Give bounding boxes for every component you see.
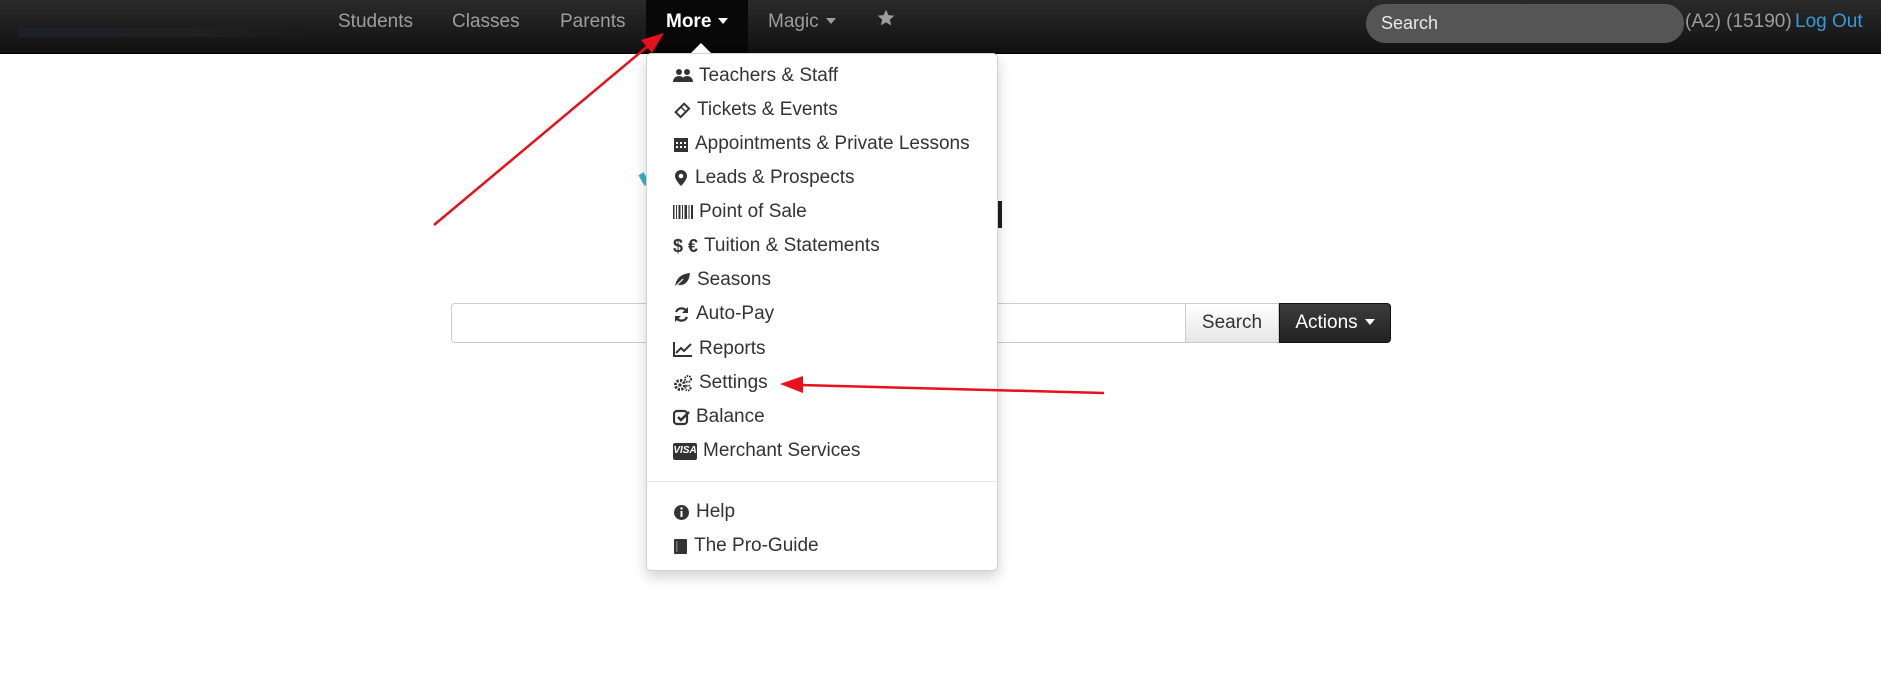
- menu-item-pro-guide[interactable]: The Pro-Guide: [673, 531, 819, 561]
- menu-item-merchant-services[interactable]: VISA Merchant Services: [673, 436, 860, 466]
- logout-link[interactable]: Log Out: [1795, 0, 1863, 43]
- chevron-down-icon: [825, 17, 836, 24]
- menu-item-leads-prospects[interactable]: Leads & Prospects: [673, 163, 854, 193]
- menu-item-label: Balance: [696, 406, 765, 427]
- menu-item-tickets-events[interactable]: Tickets & Events: [673, 95, 838, 125]
- chevron-down-icon: [1364, 318, 1375, 325]
- menu-item-reports[interactable]: Reports: [673, 334, 766, 364]
- menu-item-label: Settings: [699, 372, 768, 393]
- star-icon[interactable]: [876, 8, 898, 32]
- menu-item-label: Tickets & Events: [697, 99, 838, 120]
- actions-dropdown-button[interactable]: Actions: [1279, 303, 1391, 343]
- brand-logo[interactable]: [18, 27, 308, 37]
- line-chart-icon: [673, 341, 693, 357]
- nav-students[interactable]: Students: [338, 0, 413, 54]
- account-id-text: (A2) (15190): [1685, 11, 1792, 32]
- menu-item-label: The Pro-Guide: [694, 535, 819, 556]
- menu-item-label: Auto-Pay: [696, 303, 775, 324]
- ticket-icon: [673, 101, 691, 119]
- visa-card-icon: VISA: [673, 442, 697, 460]
- nav-classes[interactable]: Classes: [452, 0, 520, 54]
- users-icon: [673, 68, 693, 84]
- nav-parents[interactable]: Parents: [560, 0, 625, 54]
- menu-item-auto-pay[interactable]: Auto-Pay: [673, 299, 774, 329]
- menu-item-label: Seasons: [697, 269, 771, 290]
- menu-item-appointments[interactable]: Appointments & Private Lessons: [673, 129, 970, 159]
- menu-item-label: Tuition & Statements: [704, 235, 880, 256]
- actions-label: Actions: [1295, 312, 1358, 333]
- menu-divider: [647, 481, 997, 482]
- menu-item-label: Point of Sale: [699, 201, 807, 222]
- menu-item-seasons[interactable]: Seasons: [673, 265, 771, 295]
- info-circle-icon: [673, 504, 690, 521]
- menu-item-label: Teachers & Staff: [699, 65, 839, 86]
- calendar-icon: [673, 136, 689, 153]
- menu-item-teachers-staff[interactable]: Teachers & Staff: [673, 61, 838, 91]
- refresh-icon: [673, 306, 690, 323]
- menu-item-help[interactable]: Help: [673, 497, 735, 527]
- book-icon: [673, 538, 688, 555]
- menu-item-tuition-statements[interactable]: $ € Tuition & Statements: [673, 231, 880, 261]
- check-square-icon: [673, 409, 690, 426]
- menu-item-settings[interactable]: Settings: [673, 368, 768, 398]
- menu-item-label: Help: [696, 501, 736, 522]
- map-marker-icon: [673, 169, 689, 187]
- app-root: Students Classes Parents More Magic (A2)…: [0, 0, 1881, 678]
- dollar-euro-icon: $ €: [673, 236, 699, 256]
- navbar-search-input[interactable]: [1366, 4, 1684, 43]
- chevron-down-icon: [718, 17, 729, 24]
- search-button[interactable]: Search: [1185, 303, 1279, 343]
- barcode-icon: [673, 205, 693, 219]
- nav-more-label: More: [666, 11, 712, 32]
- leaf-icon: [673, 272, 691, 288]
- menu-item-label: Appointments & Private Lessons: [695, 133, 970, 154]
- menu-item-label: Leads & Prospects: [695, 167, 855, 188]
- menu-item-label: Merchant Services: [703, 440, 861, 461]
- menu-item-point-of-sale[interactable]: Point of Sale: [673, 197, 807, 227]
- menu-item-label: Reports: [699, 338, 766, 359]
- menu-item-balance[interactable]: Balance: [673, 402, 765, 432]
- visa-text: VISA: [673, 445, 697, 456]
- arrow-to-more-menu: [433, 33, 664, 226]
- nav-magic-dropdown[interactable]: Magic: [768, 0, 836, 54]
- gears-icon: [673, 374, 693, 392]
- nav-magic-label: Magic: [768, 11, 819, 32]
- top-navbar: Students Classes Parents More Magic (A2)…: [0, 0, 1881, 54]
